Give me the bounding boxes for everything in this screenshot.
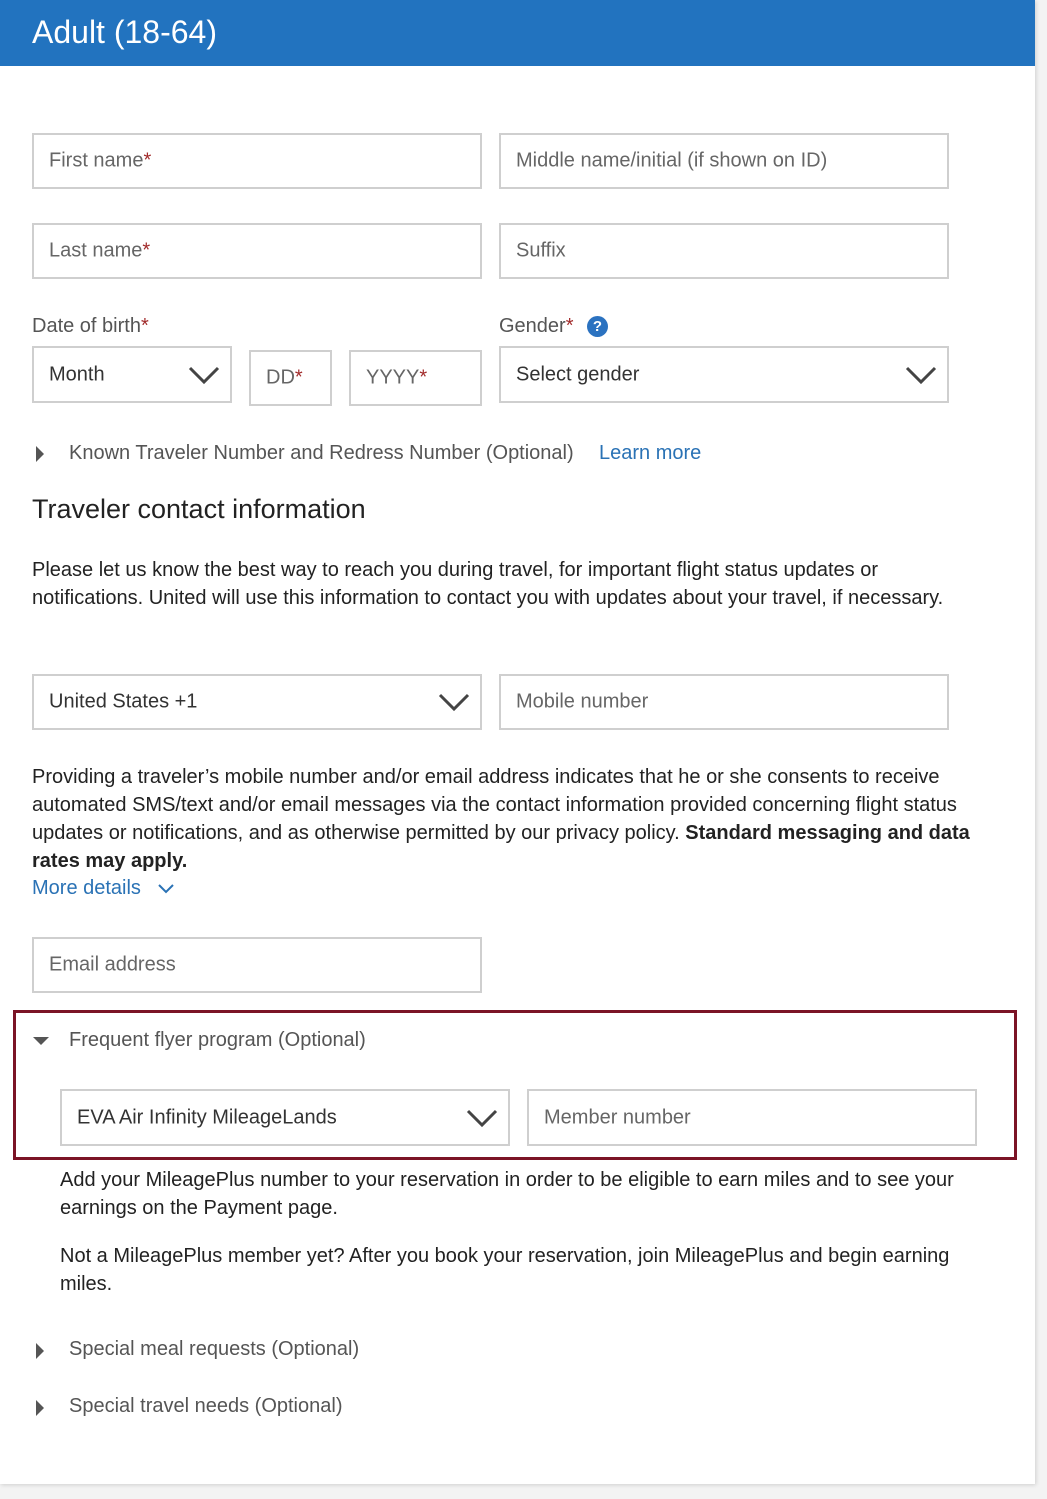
year-field[interactable]: YYYY* bbox=[349, 350, 482, 406]
chevron-down-icon bbox=[905, 366, 937, 384]
month-value: Month bbox=[49, 363, 105, 385]
expand-arrow-icon[interactable] bbox=[36, 446, 44, 462]
chevron-down-icon[interactable] bbox=[157, 883, 175, 895]
gender-label: Gender bbox=[499, 315, 566, 337]
more-details-link[interactable]: More details bbox=[32, 877, 141, 900]
middle-name-field[interactable]: Middle name/initial (if shown on ID) bbox=[499, 133, 949, 189]
required-mark: * bbox=[565, 315, 574, 337]
contact-title: Traveler contact information bbox=[32, 494, 366, 524]
day-placeholder: DD bbox=[266, 366, 295, 389]
contact-intro: Please let us know the best way to reach… bbox=[32, 559, 944, 609]
chevron-down-icon bbox=[466, 1109, 498, 1127]
required-mark: * bbox=[142, 239, 151, 262]
required-mark: * bbox=[419, 366, 428, 389]
header-title: Adult (18-64) bbox=[32, 14, 217, 50]
day-field[interactable]: DD* bbox=[249, 350, 332, 406]
suffix-field[interactable]: Suffix bbox=[499, 223, 949, 279]
first-name-field[interactable]: First name* bbox=[32, 133, 482, 189]
expand-arrow-icon[interactable] bbox=[36, 1343, 44, 1359]
chevron-down-icon bbox=[438, 693, 470, 712]
program-value: EVA Air Infinity MileageLands bbox=[77, 1106, 337, 1128]
required-mark: * bbox=[140, 315, 149, 337]
email-placeholder: Email address bbox=[49, 953, 176, 976]
required-mark: * bbox=[143, 149, 152, 172]
year-placeholder: YYYY bbox=[366, 366, 420, 389]
join-mileageplus-note: Not a MileagePlus member yet? After you … bbox=[60, 1245, 950, 1295]
dob-label: Date of birth bbox=[32, 315, 141, 337]
expand-arrow-icon[interactable] bbox=[36, 1400, 44, 1416]
learn-more-link[interactable]: Learn more bbox=[599, 442, 701, 465]
collapse-arrow-icon[interactable] bbox=[33, 1037, 49, 1045]
special-needs-toggle[interactable]: Special travel needs (Optional) bbox=[69, 1395, 342, 1418]
member-number-field[interactable]: Member number bbox=[527, 1089, 977, 1146]
known-traveler-toggle[interactable]: Known Traveler Number and Redress Number… bbox=[69, 442, 574, 465]
country-code-select[interactable]: United States +1 bbox=[32, 674, 482, 730]
last-name-placeholder: Last name bbox=[49, 239, 143, 262]
email-field[interactable]: Email address bbox=[32, 937, 482, 993]
member-placeholder: Member number bbox=[544, 1106, 691, 1128]
consent-text: Providing a traveler’s mobile number and… bbox=[32, 763, 1002, 875]
frequent-flyer-program-select[interactable]: EVA Air Infinity MileageLands bbox=[60, 1089, 510, 1146]
month-select[interactable]: Month bbox=[32, 346, 232, 403]
help-icon[interactable]: ? bbox=[587, 316, 608, 337]
mileageplus-note: Add your MileagePlus number to your rese… bbox=[60, 1169, 954, 1219]
last-name-field[interactable]: Last name* bbox=[32, 223, 482, 279]
more-details-label: More details bbox=[32, 877, 141, 899]
country-code-value: United States +1 bbox=[49, 690, 198, 713]
mobile-placeholder: Mobile number bbox=[516, 690, 649, 713]
chevron-down-icon bbox=[188, 366, 220, 384]
required-mark: * bbox=[294, 366, 303, 389]
gender-value: Select gender bbox=[516, 363, 640, 385]
middle-name-placeholder: Middle name/initial (if shown on ID) bbox=[516, 149, 828, 172]
mobile-number-field[interactable]: Mobile number bbox=[499, 674, 949, 730]
frequent-flyer-toggle[interactable]: Frequent flyer program (Optional) bbox=[69, 1029, 366, 1052]
special-meal-toggle[interactable]: Special meal requests (Optional) bbox=[69, 1338, 359, 1361]
suffix-placeholder: Suffix bbox=[516, 239, 566, 262]
traveler-card: Adult (18-64) First name* Middle name/in… bbox=[0, 0, 1035, 1484]
first-name-placeholder: First name bbox=[49, 149, 144, 172]
traveler-header: Adult (18-64) bbox=[0, 0, 1035, 66]
gender-select[interactable]: Select gender bbox=[499, 346, 949, 403]
